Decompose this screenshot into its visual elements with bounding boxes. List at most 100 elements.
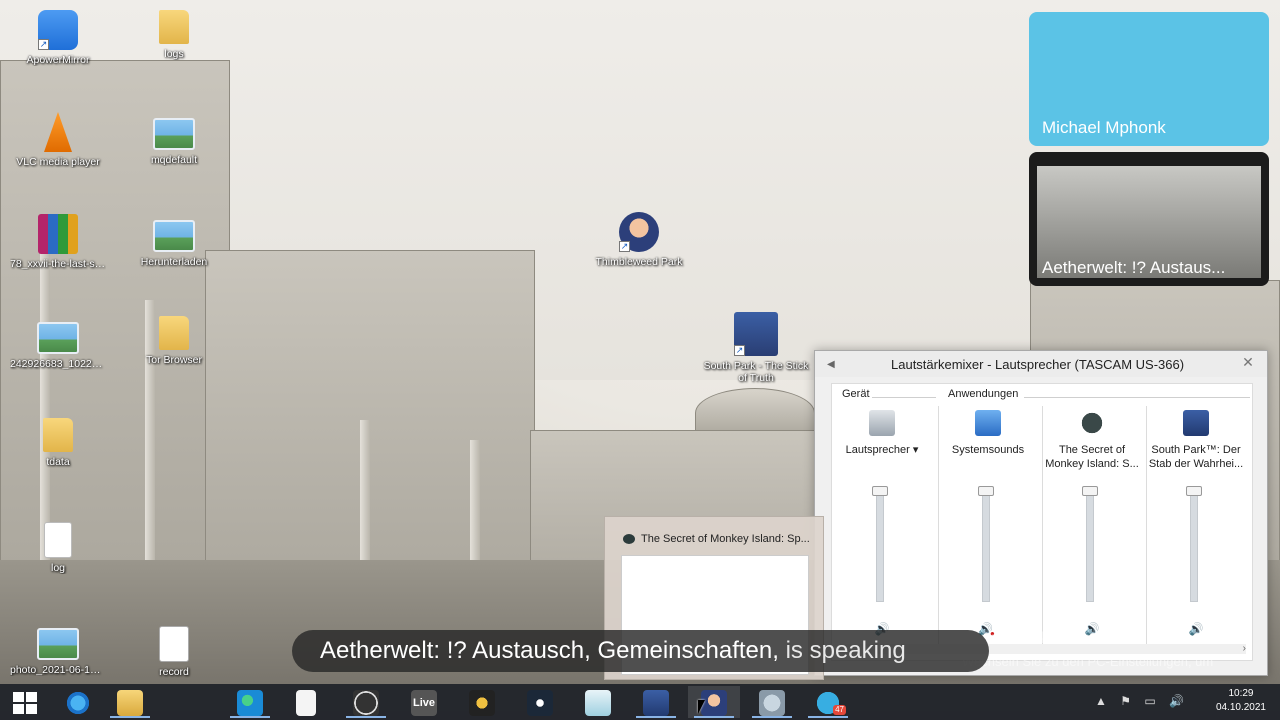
- participant-tile-aetherwelt[interactable]: Aetherwelt: !? Austaus...: [1029, 152, 1269, 286]
- desktop-icon-winrar-archive[interactable]: 78_xxvii-the-last-son...: [10, 214, 106, 270]
- south-park-icon: [643, 690, 669, 716]
- desktop-icon-thimbleweed-park[interactable]: ↗ Thimbleweed Park: [591, 212, 687, 268]
- taskbar-file-explorer[interactable]: [104, 686, 156, 718]
- slider-thumb[interactable]: [872, 486, 888, 496]
- taskbar-live[interactable]: Live: [398, 686, 450, 718]
- window-title: Lautstärkemixer - Lautsprecher (TASCAM U…: [891, 357, 1185, 372]
- volume-icon[interactable]: 🔊: [1169, 694, 1184, 708]
- volume-slider-speaker[interactable]: [832, 486, 932, 626]
- volume-mixer-window: ◀ Lautstärkemixer - Lautsprecher (TASCAM…: [814, 350, 1268, 676]
- obs-icon: [353, 690, 379, 716]
- participant-name: Aetherwelt: !? Austaus...: [1042, 258, 1226, 277]
- desktop-icon-tor-browser[interactable]: Tor Browser: [126, 316, 222, 366]
- desktop-icon-herunterladen[interactable]: Herunterladen: [126, 220, 222, 268]
- south-park-icon: [1183, 410, 1209, 436]
- desktop-icon-label: South Park - The Stick of Truth: [703, 360, 809, 384]
- desktop-icon-photo-2021[interactable]: photo_2021-06-12_1...: [10, 628, 106, 676]
- desktop-icon-label: logs: [164, 48, 184, 60]
- clock[interactable]: 10:29 04.10.2021: [1216, 687, 1266, 715]
- watermark-subtext: Wechseln Sie zu den PC-Einstellungen, um: [962, 654, 1214, 669]
- channel-monkey-island: The Secret of Monkey Island: S...: [1042, 410, 1142, 471]
- desktop-icon-label: VLC media player: [16, 156, 100, 168]
- slider-thumb[interactable]: [1186, 486, 1202, 496]
- text-file-icon: [44, 522, 72, 558]
- taskbar-telegram[interactable]: 47: [802, 686, 854, 718]
- desktop-icon-label: Herunterladen: [140, 256, 208, 268]
- volume-slider-south-park[interactable]: [1146, 486, 1246, 626]
- system-sounds-icon: [975, 410, 1001, 436]
- close-button[interactable]: ✕: [1235, 353, 1261, 371]
- chevron-up-icon[interactable]: ▲: [1095, 694, 1107, 708]
- desktop-icon-label: photo_2021-06-12_1...: [10, 664, 106, 676]
- monkey-island-icon: [1079, 410, 1105, 436]
- desktop-icon-vlc[interactable]: VLC media player: [10, 112, 106, 168]
- desktop-icon-log[interactable]: log: [10, 522, 106, 574]
- channel-name-speaker[interactable]: Lautsprecher ▾: [832, 443, 932, 457]
- taskbar-hand-app[interactable]: [456, 686, 508, 718]
- vlc-icon: [44, 112, 72, 152]
- desktop-icon-label: log: [50, 562, 65, 574]
- taskbar-steam[interactable]: [514, 686, 566, 718]
- slider-thumb[interactable]: [978, 486, 994, 496]
- participant-tile-michael[interactable]: Michael Mphonk: [1029, 12, 1269, 146]
- taskbar-obs[interactable]: [340, 686, 392, 718]
- windows-start-icon: [13, 692, 37, 714]
- volume-slider-systemsounds[interactable]: [938, 486, 1038, 626]
- taskbar-internet-explorer[interactable]: [52, 686, 104, 718]
- volume-mixer-icon: [759, 690, 785, 716]
- slider-track: [1190, 492, 1198, 602]
- window-titlebar[interactable]: ◀ Lautstärkemixer - Lautsprecher (TASCAM…: [815, 351, 1267, 377]
- desktop-icon-photo-242926683[interactable]: 242926683_10223986...: [10, 322, 106, 370]
- system-tray: ▲ ⚑ ▭ 🔊: [1085, 694, 1184, 708]
- start-button[interactable]: [0, 686, 52, 718]
- winrar-icon: [38, 214, 78, 254]
- channel-systemsounds: Systemsounds: [938, 410, 1038, 457]
- image-file-icon: [153, 220, 195, 252]
- group-divider: [872, 397, 936, 398]
- channel-speaker: Lautsprecher ▾: [832, 410, 932, 457]
- taskbar-south-park[interactable]: [630, 686, 682, 718]
- image-file-icon: [37, 322, 79, 354]
- audio-file-icon: [159, 626, 189, 662]
- desktop-icon-label: 78_xxvii-the-last-son...: [10, 258, 106, 270]
- edge-icon: [237, 690, 263, 716]
- taskbar-mascot-app[interactable]: [572, 686, 624, 718]
- watermark-heading: Windows aktivieren: [962, 630, 1100, 647]
- thimbleweed-park-icon: ↗: [619, 212, 659, 252]
- file-explorer-icon: [117, 690, 143, 716]
- taskbar-monkey-island[interactable]: [688, 686, 740, 718]
- clock-time: 10:29: [1228, 688, 1254, 699]
- participant-name: Michael Mphonk: [1042, 118, 1166, 137]
- desktop-icon-label: 242926683_10223986...: [10, 358, 106, 370]
- monkey-island-icon: [623, 534, 635, 544]
- desktop-icon-label: tdata: [46, 456, 70, 468]
- desktop-icon-mqdefault[interactable]: mqdefault: [126, 118, 222, 166]
- network-icon[interactable]: ▭: [1144, 694, 1155, 708]
- desktop-icon-logs[interactable]: logs: [126, 10, 222, 60]
- speaker-small-icon: ◀: [827, 359, 835, 370]
- desktop-icon-tdata[interactable]: tdata: [10, 418, 106, 468]
- desktop-icon-label: ApowerMirror: [26, 54, 90, 66]
- speaking-indicator: Aetherwelt: !? Austausch, Gemeinschaften…: [292, 630, 989, 672]
- hand-icon: [469, 690, 495, 716]
- unread-badge: 47: [833, 705, 846, 715]
- blank-file-icon: [296, 690, 316, 716]
- clock-date: 04.10.2021: [1215, 702, 1266, 713]
- desktop-icon-label: Tor Browser: [145, 354, 202, 366]
- desktop-icon-label: mqdefault: [150, 154, 198, 166]
- chevron-right-icon[interactable]: ›: [1243, 643, 1246, 654]
- taskbar-file[interactable]: [280, 686, 332, 718]
- slider-thumb[interactable]: [1082, 486, 1098, 496]
- flag-icon[interactable]: ⚑: [1120, 694, 1131, 708]
- chevron-down-icon[interactable]: ▾: [913, 444, 919, 456]
- activate-windows-watermark: Windows aktivieren Wechseln Sie zu den P…: [962, 630, 1213, 669]
- taskbar-volume-mixer[interactable]: [746, 686, 798, 718]
- mascot-icon: [585, 690, 611, 716]
- volume-slider-monkey-island[interactable]: [1042, 486, 1142, 626]
- desktop-icon-south-park[interactable]: ↗ South Park - The Stick of Truth: [700, 312, 812, 384]
- desktop-icon-record[interactable]: record: [126, 626, 222, 678]
- desktop-icon-apowermirror[interactable]: ↗ ApowerMirror: [10, 10, 106, 66]
- slider-track: [982, 492, 990, 602]
- taskbar-edge[interactable]: [224, 686, 276, 718]
- mixer-panel: Gerät Anwendungen Lautsprecher ▾ 🔊 Syste…: [831, 383, 1253, 661]
